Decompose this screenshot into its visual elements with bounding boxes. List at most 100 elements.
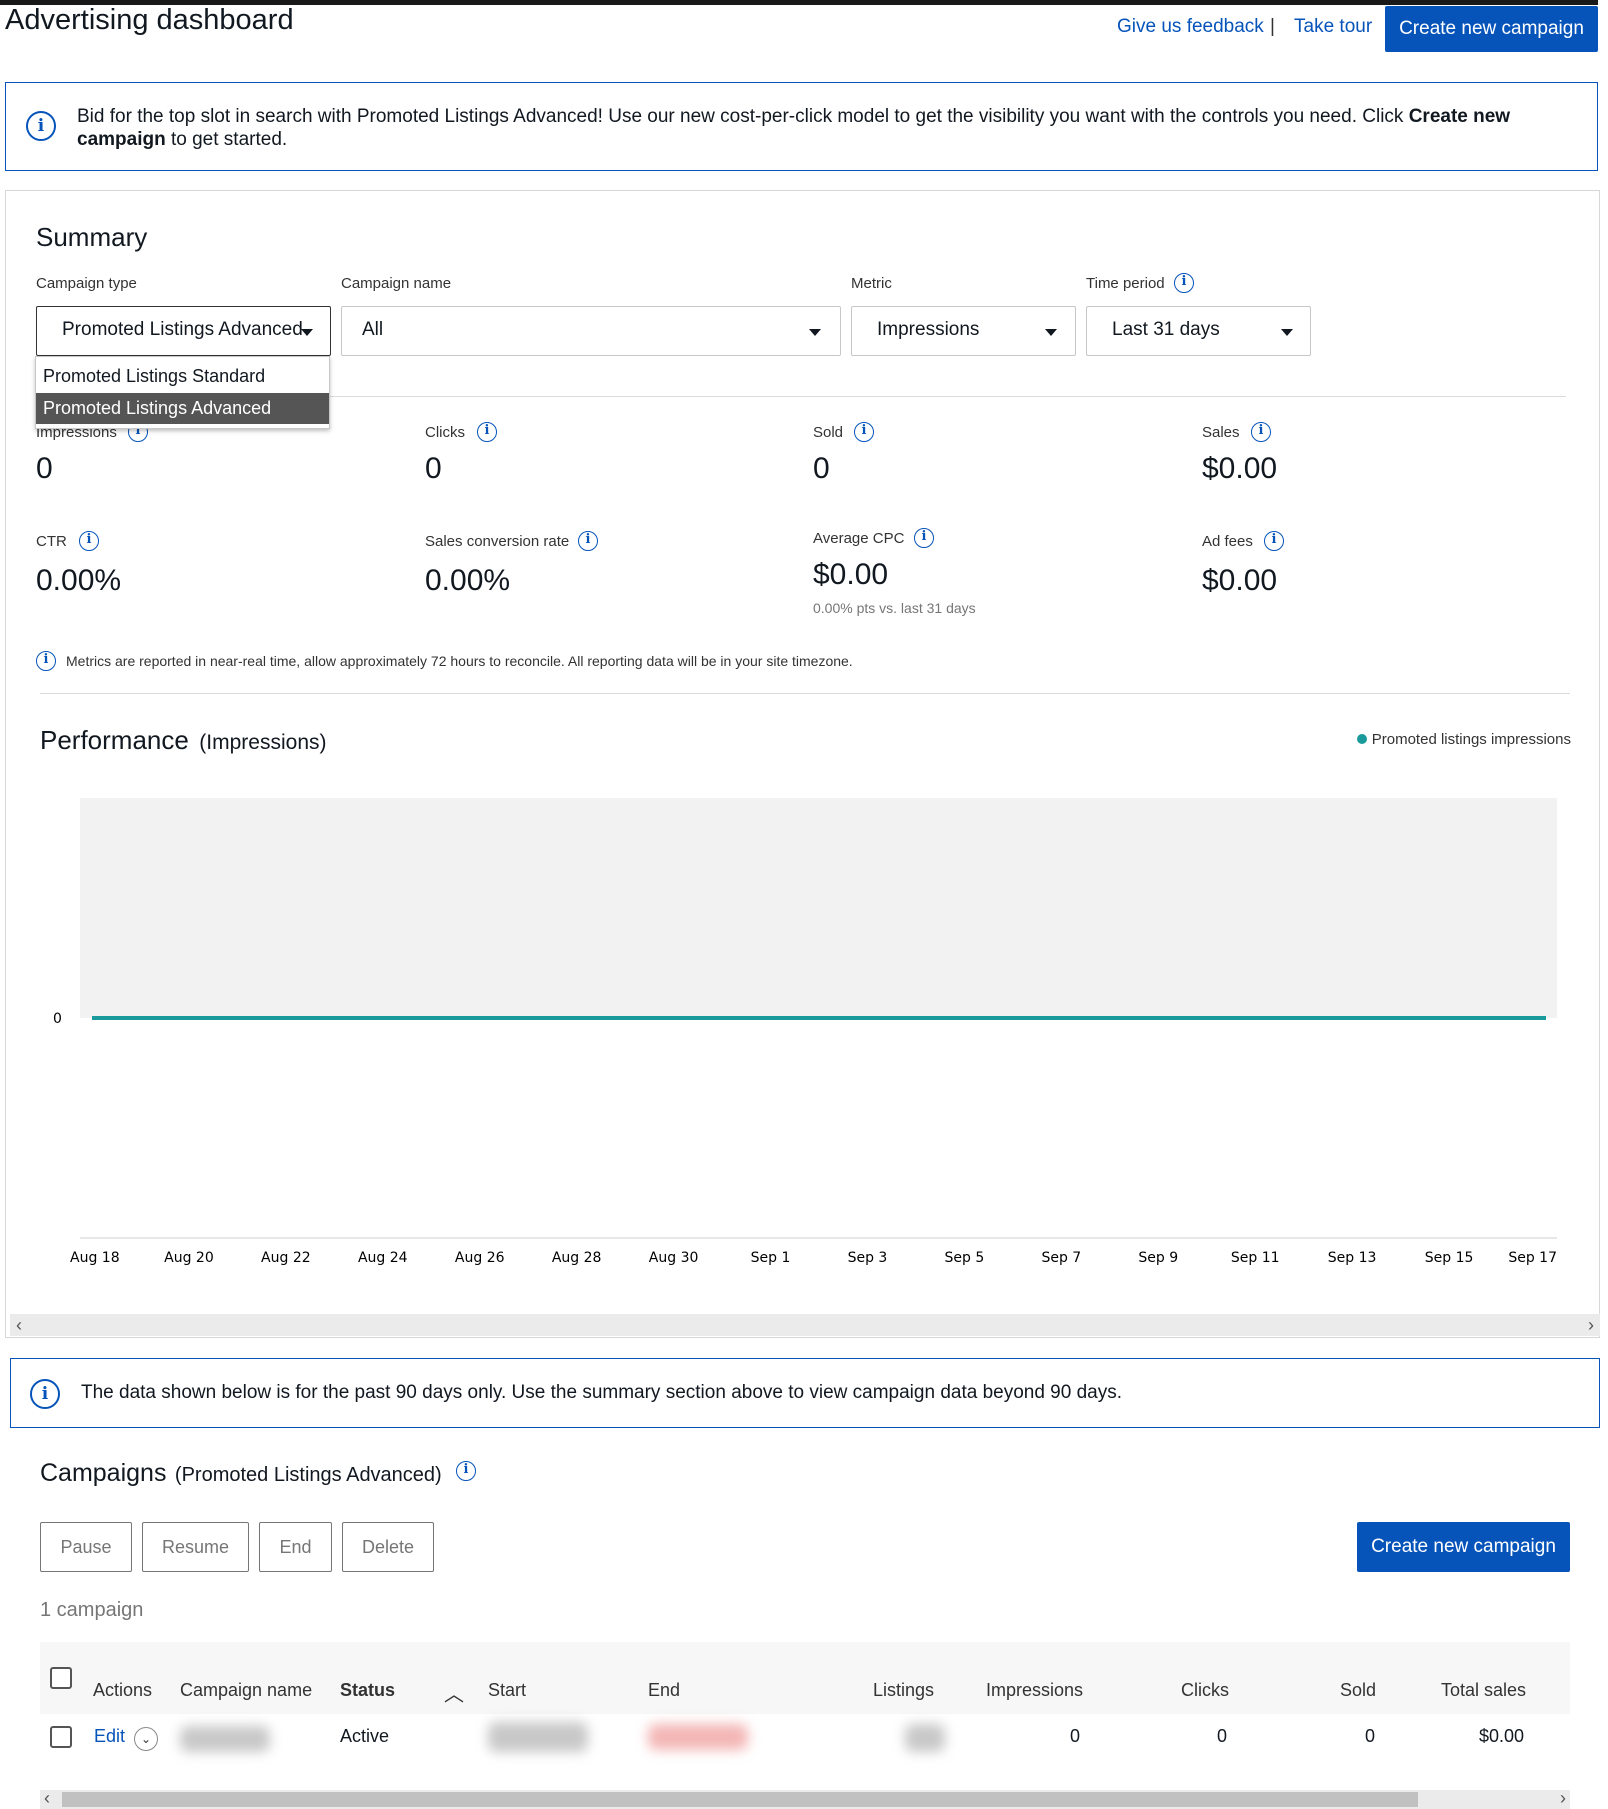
avg-cpc-value: $0.00 [813, 558, 889, 591]
end-button[interactable]: End [259, 1522, 332, 1572]
avg-cpc-label: Average CPC [813, 530, 905, 547]
clicks-value: 0 [425, 452, 442, 485]
time-period-info-icon[interactable]: i [1174, 273, 1194, 293]
col-end[interactable]: End [648, 1680, 680, 1701]
option-promoted-listings-standard[interactable]: Promoted Listings Standard [36, 361, 329, 392]
col-total-sales[interactable]: Total sales [1441, 1680, 1526, 1701]
metric-select[interactable]: Impressions [851, 306, 1076, 356]
x-tick-label: Aug 26 [455, 1250, 505, 1266]
sales-value: $0.00 [1202, 452, 1278, 485]
chevron-down-icon [1281, 329, 1293, 336]
performance-chart: 0 Aug 18 Aug 20 Aug 22 Aug 24 Aug 26 Aug 28 Aug… [53, 798, 1557, 1266]
delete-button[interactable]: Delete [342, 1522, 434, 1572]
x-tick-label: Aug 28 [552, 1250, 602, 1266]
legend-dot-icon [1356, 734, 1367, 744]
scroll-right-icon[interactable]: › [1588, 1315, 1594, 1336]
start-date-redacted [488, 1722, 588, 1752]
avg-cpc-info-icon[interactable]: i [914, 528, 934, 548]
sales-label: Sales [1202, 424, 1240, 441]
row-checkbox[interactable] [50, 1726, 72, 1748]
col-campaign-name[interactable]: Campaign name [180, 1680, 312, 1701]
option-promoted-listings-advanced[interactable]: Promoted Listings Advanced [36, 393, 329, 424]
chevron-down-icon [809, 329, 821, 336]
x-tick-label: Sep 9 [1138, 1250, 1178, 1266]
campaign-type-label: Campaign type [36, 275, 137, 292]
table-scrollbar[interactable]: ‹ › [40, 1788, 1570, 1809]
campaigns-subtitle: (Promoted Listings Advanced) [174, 1464, 442, 1486]
campaigns-info-icon[interactable]: i [456, 1461, 476, 1481]
campaign-type-dropdown: Promoted Listings Standard Promoted List… [35, 356, 330, 429]
row-menu-chevron-icon[interactable]: ⌄ [134, 1727, 158, 1751]
campaign-name-select[interactable]: All [341, 306, 841, 356]
info-icon: i [30, 1379, 60, 1409]
x-tick-label: Sep 5 [945, 1250, 985, 1266]
impressions-value: 0 [36, 452, 53, 485]
end-date-redacted [648, 1724, 748, 1750]
promo-text: Bid for the top slot in search with Prom… [77, 106, 1511, 150]
col-clicks[interactable]: Clicks [1181, 1680, 1229, 1701]
conversion-info-icon[interactable]: i [578, 531, 598, 551]
x-tick-label: Aug 18 [70, 1250, 120, 1266]
col-start[interactable]: Start [488, 1680, 526, 1701]
pause-button[interactable]: Pause [40, 1522, 132, 1572]
chevron-down-icon [301, 329, 313, 336]
campaigns-heading: Campaigns (Promoted Listings Advanced) [40, 1459, 442, 1488]
time-period-label: Time period [1086, 275, 1165, 292]
x-tick-label: Sep 15 [1425, 1250, 1474, 1266]
time-period-select[interactable]: Last 31 days [1086, 306, 1311, 356]
metric-label: Metric [851, 275, 892, 292]
performance-title: Performance [40, 725, 189, 755]
scroll-right-icon[interactable]: › [1560, 1788, 1566, 1809]
create-campaign-button-header[interactable]: Create new campaign [1385, 6, 1598, 52]
clicks-info-icon[interactable]: i [477, 422, 497, 442]
x-tick-label: Sep 13 [1328, 1250, 1377, 1266]
col-status[interactable]: Status [340, 1680, 395, 1701]
listings-redacted [905, 1724, 945, 1752]
sold-info-icon[interactable]: i [854, 422, 874, 442]
performance-subtitle: (Impressions) [199, 731, 327, 754]
conversion-value: 0.00% [425, 564, 511, 597]
x-tick-label: Sep 17 [1508, 1250, 1557, 1266]
create-campaign-button[interactable]: Create new campaign [1357, 1522, 1570, 1572]
y-tick-label: 0 [53, 1011, 62, 1027]
sold-label: Sold [813, 424, 844, 441]
total-sales-cell: $0.00 [1479, 1726, 1525, 1746]
info-icon: i [26, 111, 56, 141]
legend-label: Promoted listings impressions [1371, 731, 1571, 748]
sort-ascending-icon[interactable]: ︿ [444, 1678, 464, 1707]
col-impressions[interactable]: Impressions [986, 1680, 1083, 1701]
ctr-label: CTR [36, 533, 67, 550]
campaign-type-select[interactable]: Promoted Listings Advanced [36, 306, 331, 356]
x-tick-label: Sep 3 [848, 1250, 888, 1266]
edit-link[interactable]: Edit [94, 1726, 125, 1747]
promo-banner: i Bid for the top slot in search with Pr… [5, 82, 1598, 171]
page-title: Advertising dashboard [5, 4, 294, 36]
ctr-info-icon[interactable]: i [79, 531, 99, 551]
status-cell: Active [340, 1726, 390, 1746]
table-header-row [40, 1642, 1570, 1714]
resume-button[interactable]: Resume [142, 1522, 249, 1572]
chart-scrollbar[interactable]: ‹ › [10, 1314, 1600, 1336]
impressions-cell: 0 [1070, 1726, 1081, 1746]
note-info-icon: i [36, 651, 56, 671]
campaign-name-label: Campaign name [341, 275, 452, 292]
conversion-label: Sales conversion rate [425, 533, 570, 550]
select-all-checkbox[interactable] [50, 1667, 72, 1689]
sales-info-icon[interactable]: i [1251, 422, 1271, 442]
col-actions: Actions [93, 1680, 153, 1700]
metrics-note: Metrics are reported in near-real time, … [66, 653, 853, 669]
col-sold[interactable]: Sold [1340, 1680, 1376, 1701]
col-listings[interactable]: Listings [873, 1680, 934, 1701]
x-tick-label: Sep 7 [1041, 1250, 1081, 1266]
give-feedback-link[interactable]: Give us feedback [1117, 16, 1264, 38]
x-tick-label: Aug 20 [164, 1250, 214, 1266]
ctr-value: 0.00% [36, 564, 122, 597]
scroll-left-icon[interactable]: ‹ [16, 1315, 22, 1336]
chart-plot-background [80, 798, 1557, 1018]
ad-fees-info-icon[interactable]: i [1264, 531, 1284, 551]
x-tick-label: Aug 22 [261, 1250, 311, 1266]
table-scrollbar-thumb[interactable] [62, 1792, 1418, 1807]
take-tour-link[interactable]: Take tour [1294, 16, 1372, 38]
clicks-cell: 0 [1217, 1726, 1228, 1746]
scroll-left-icon[interactable]: ‹ [44, 1788, 50, 1809]
